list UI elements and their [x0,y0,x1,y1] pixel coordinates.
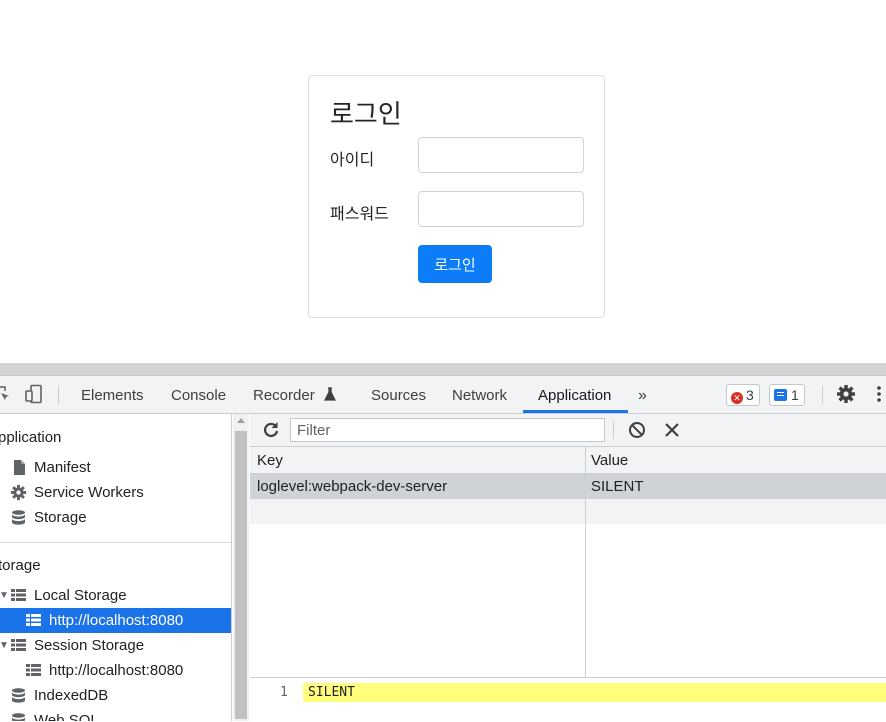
sidebar-scrollbar[interactable] [233,414,249,721]
storage-toolbar [250,414,886,447]
message-count-badge[interactable]: 1 [769,384,805,406]
error-count: 3 [746,387,754,403]
scroll-up-arrow-icon[interactable] [237,418,245,423]
tab-console[interactable]: Console [171,376,226,413]
sidebar-item-label: Session Storage [34,637,145,654]
login-card: 로그인 아이디 패스워드 로그인 [308,75,605,318]
refresh-icon[interactable] [261,420,281,440]
sidebar-item-session-storage-origin[interactable]: http://localhost:8080 [0,658,231,683]
flask-icon [323,387,336,401]
active-tab-indicator [523,410,628,413]
preview-code-line[interactable]: SILENT [303,683,886,702]
message-count: 1 [791,387,799,403]
sidebar-item-service-workers[interactable]: Service Workers [0,480,231,505]
sidebar-item-label: Service Workers [34,484,144,501]
cell-key: loglevel:webpack-dev-server [257,478,448,495]
toolbar-divider [58,386,59,404]
sidebar-item-local-storage-origin[interactable]: http://localhost:8080 [0,608,231,633]
database-icon [12,713,25,721]
storage-table: Key Value loglevel:webpack-dev-server SI… [250,447,886,677]
sidebar-divider [0,542,231,543]
toolbar-divider [822,386,823,404]
tab-application[interactable]: Application [538,376,611,413]
sidebar-item-label: Manifest [34,459,91,476]
message-icon [774,389,787,401]
sidebar-item-indexeddb[interactable]: IndexedDB [0,683,231,708]
gear-icon[interactable] [836,384,856,404]
password-input[interactable] [418,191,584,227]
sidebar-item-label: Local Storage [34,587,127,604]
sidebar-item-label: Storage [34,509,87,526]
id-label: 아이디 [330,150,375,169]
tab-recorder-label: Recorder [253,387,315,404]
toolbar-divider [613,421,614,439]
sidebar-header-storage[interactable]: torage [0,553,230,578]
storage-view: Key Value loglevel:webpack-dev-server SI… [250,414,886,722]
login-title: 로그인 [330,100,402,130]
error-icon: ✕ [731,392,743,404]
filter-input[interactable] [290,418,605,442]
table-icon [11,639,26,651]
table-header: Key Value [250,447,886,474]
login-button[interactable]: 로그인 [418,245,492,283]
devtools-tabbar: Elements Console Recorder Sources Networ… [0,376,886,414]
sidebar-item-label: http://localhost:8080 [49,612,184,629]
value-preview: 1 SILENT [250,677,886,722]
column-divider[interactable] [585,447,586,677]
tab-elements[interactable]: Elements [81,376,144,413]
id-input[interactable] [418,137,584,173]
tab-sources[interactable]: Sources [371,376,426,413]
device-toolbar-icon[interactable] [24,384,44,404]
inspect-element-icon[interactable] [0,384,12,404]
sidebar-item-session-storage[interactable]: ▼ Session Storage [0,633,231,658]
password-label: 패스워드 [330,204,389,223]
error-count-badge[interactable]: ✕ 3 [726,384,760,406]
sidebar-header-application[interactable]: pplication [0,425,230,450]
column-header-value[interactable]: Value [591,447,628,474]
expand-arrow-icon[interactable]: ▼ [0,583,9,608]
line-gutter: 1 [250,678,302,722]
more-options-icon[interactable] [874,384,886,404]
document-icon [14,460,25,475]
devtools-resize-handle[interactable] [0,363,886,376]
table-row[interactable]: loglevel:webpack-dev-server SILENT [250,474,886,499]
gear-icon [10,484,27,501]
scrollbar-thumb[interactable] [235,431,247,719]
devtools-panel: Elements Console Recorder Sources Networ… [0,376,886,722]
cell-value: SILENT [591,478,644,495]
table-icon [11,589,26,601]
column-header-key[interactable]: Key [257,447,283,474]
web-page: 로그인 아이디 패스워드 로그인 [0,0,886,363]
sidebar-item-label: Web SQL [34,712,99,721]
table-icon [26,664,41,676]
delete-selected-icon[interactable] [662,420,682,440]
tab-network[interactable]: Network [452,376,507,413]
database-icon [12,510,25,525]
sidebar-item-label: IndexedDB [34,687,109,704]
sidebar-item-label: http://localhost:8080 [49,662,184,679]
sidebar-item-storage[interactable]: Storage [0,505,231,530]
empty-table-row[interactable] [250,499,886,524]
table-icon [26,614,41,626]
sidebar-item-local-storage[interactable]: ▼ Local Storage [0,583,231,608]
application-sidebar: pplication Manifest Service Workers Stor… [0,414,232,721]
database-icon [12,688,25,703]
sidebar-item-manifest[interactable]: Manifest [0,455,231,480]
chevron-double-right-icon[interactable]: » [638,376,647,413]
clear-all-icon[interactable] [627,420,647,440]
tab-recorder[interactable]: Recorder [253,376,336,413]
line-number: 1 [280,685,288,700]
sidebar-item-websql[interactable]: Web SQL [0,708,231,721]
expand-arrow-icon[interactable]: ▼ [0,633,9,658]
